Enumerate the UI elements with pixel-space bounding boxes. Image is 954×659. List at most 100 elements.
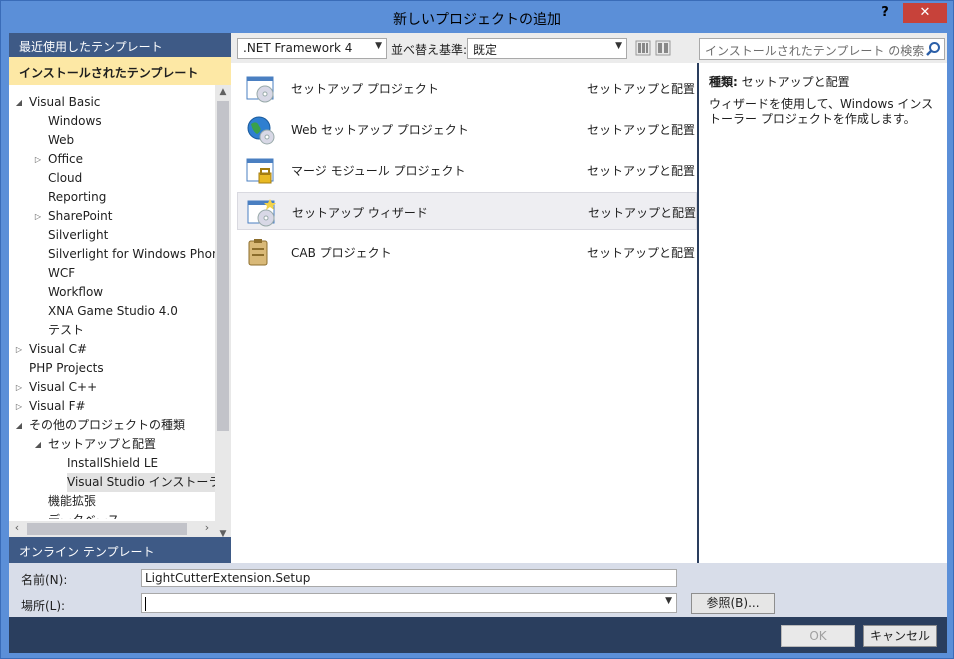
template-row[interactable]: Web セットアップ プロジェクト セットアップと配置	[237, 110, 697, 148]
tree-item[interactable]: PHP Projects	[29, 359, 104, 378]
template-name: Web セットアップ プロジェクト	[291, 123, 469, 137]
close-button[interactable]: ✕	[903, 3, 947, 23]
tree-item[interactable]: データベース	[48, 511, 119, 519]
tree-item[interactable]: InstallShield LE	[67, 454, 158, 473]
detail-description: ウィザードを使用して、Windows インストーラー プロジェクトを作成します。	[709, 97, 934, 126]
tree-item[interactable]: Visual C#	[29, 340, 87, 359]
search-icon[interactable]	[925, 41, 941, 57]
tree-item-label: XNA Game Studio 4.0	[48, 304, 178, 318]
template-category: セットアップと配置	[587, 123, 696, 137]
expanded-arrow-icon[interactable]: ◢	[14, 98, 24, 108]
tree-vertical-scrollbar[interactable]: ▲ ▼	[215, 85, 231, 545]
tree-item-label: Visual Basic	[29, 95, 101, 109]
framework-value: .NET Framework 4	[243, 41, 353, 55]
installed-templates-header[interactable]: インストールされたテンプレート	[9, 57, 231, 85]
tree-horizontal-scrollbar[interactable]: ‹ ›	[9, 521, 215, 537]
template-row-highlighted[interactable]: セットアップ ウィザード セットアップと配置	[237, 192, 697, 230]
small-icons-view-icon[interactable]	[635, 40, 651, 56]
tree-item-label: セットアップと配置	[48, 437, 157, 451]
collapsed-arrow-icon[interactable]: ▷	[33, 155, 43, 165]
tree-item-label: Silverlight for Windows Phone	[48, 247, 215, 261]
tree-item[interactable]: Visual C++	[29, 378, 97, 397]
chevron-down-icon[interactable]: ▼	[665, 596, 672, 606]
expanded-arrow-icon[interactable]: ◢	[33, 440, 43, 450]
template-list: セットアップ プロジェクト セットアップと配置 Web セットアップ プロジェク…	[231, 63, 697, 563]
project-name-input[interactable]: LightCutterExtension.Setup	[141, 569, 677, 587]
tree-item[interactable]: WCF	[48, 264, 75, 283]
tree-item[interactable]: Office	[48, 150, 83, 169]
tree-item[interactable]: Silverlight	[48, 226, 108, 245]
tree-item[interactable]: テスト	[48, 321, 84, 340]
tree-item-label: その他のプロジェクトの種類	[29, 418, 186, 432]
sort-label: 並べ替え基準:	[391, 43, 468, 57]
tree-item[interactable]: 機能拡張	[48, 492, 96, 511]
template-category-pane: 最近使用したテンプレート インストールされたテンプレート Visual Basi…	[9, 33, 231, 563]
browse-button[interactable]: 参照(B)...	[691, 593, 775, 614]
scroll-right-arrow-icon[interactable]: ›	[199, 521, 215, 534]
detail-type-value: セットアップと配置	[741, 75, 850, 89]
tree-item-label: Cloud	[48, 171, 83, 185]
scroll-up-arrow-icon[interactable]: ▲	[215, 87, 231, 97]
tree-item-label: Visual F#	[29, 399, 86, 413]
web-setup-project-icon	[247, 116, 275, 145]
tree-item[interactable]: SharePoint	[48, 207, 112, 226]
recent-templates-header[interactable]: 最近使用したテンプレート	[9, 33, 231, 57]
collapsed-arrow-icon[interactable]: ▷	[14, 383, 24, 393]
template-category: セットアップと配置	[588, 206, 697, 220]
collapsed-arrow-icon[interactable]: ▷	[14, 402, 24, 412]
template-name: マージ モジュール プロジェクト	[291, 164, 466, 178]
setup-wizard-icon	[247, 199, 276, 227]
tree-item-label: InstallShield LE	[67, 456, 159, 470]
template-category: セットアップと配置	[587, 164, 696, 178]
tree-item-label: 機能拡張	[48, 494, 97, 508]
ok-button[interactable]: OK	[781, 625, 855, 647]
tree-item[interactable]: その他のプロジェクトの種類	[29, 416, 185, 435]
collapsed-arrow-icon[interactable]: ▷	[14, 345, 24, 355]
tree-item-label: テスト	[48, 323, 85, 337]
tree-item[interactable]: Visual F#	[29, 397, 86, 416]
tree-item[interactable]: Cloud	[48, 169, 82, 188]
title-bar[interactable]: 新しいプロジェクトの追加 ? ✕	[1, 1, 953, 33]
template-search-input[interactable]: インストールされたテンプレート の検索	[699, 38, 945, 60]
help-button[interactable]: ?	[875, 5, 895, 25]
template-row[interactable]: マージ モジュール プロジェクト セットアップと配置	[237, 151, 697, 189]
tree-item[interactable]: Web	[48, 131, 74, 150]
tree-item[interactable]: Windows	[48, 112, 102, 131]
tree-item-label: SharePoint	[48, 209, 113, 223]
tree-item-label: データベース	[48, 513, 119, 519]
template-name: CAB プロジェクト	[291, 246, 392, 260]
medium-icons-view-icon[interactable]	[655, 40, 671, 56]
location-input[interactable]: ▼	[141, 593, 677, 613]
tree-item[interactable]: Visual Studio インストーラー	[67, 473, 215, 492]
name-label: 名前(N):	[21, 573, 68, 587]
project-form: 名前(N): LightCutterExtension.Setup 場所(L):…	[9, 563, 947, 617]
tree-item[interactable]: Visual Basic	[29, 93, 100, 112]
chevron-down-icon: ▼	[375, 41, 382, 51]
tree-item[interactable]: セットアップと配置	[48, 435, 156, 454]
sort-select[interactable]: 既定 ▼	[467, 38, 627, 59]
tree-item-label: Web	[48, 133, 75, 147]
expanded-arrow-icon[interactable]: ◢	[14, 421, 24, 431]
online-templates-header[interactable]: オンライン テンプレート	[9, 537, 231, 563]
cab-project-icon	[248, 239, 268, 266]
template-row[interactable]: セットアップ プロジェクト セットアップと配置	[237, 69, 697, 107]
template-row[interactable]: CAB プロジェクト セットアップと配置	[237, 233, 697, 271]
scroll-left-arrow-icon[interactable]: ‹	[9, 521, 25, 534]
category-tree: Visual Basic ◢ Windows Web Office ▷ Cloud Repor…	[9, 89, 215, 519]
collapsed-arrow-icon[interactable]: ▷	[33, 212, 43, 222]
tree-item-label: Visual C++	[29, 380, 98, 394]
template-category: セットアップと配置	[587, 246, 696, 260]
scrollbar-thumb[interactable]	[217, 101, 229, 431]
tree-item-label: WCF	[48, 266, 76, 280]
sort-value: 既定	[473, 43, 498, 57]
dialog-client: 最近使用したテンプレート インストールされたテンプレート Visual Basi…	[9, 33, 947, 653]
tree-item[interactable]: XNA Game Studio 4.0	[48, 302, 178, 321]
tree-item[interactable]: Silverlight for Windows Phone	[48, 245, 215, 264]
cancel-button[interactable]: キャンセル	[863, 625, 937, 647]
scrollbar-thumb[interactable]	[27, 523, 187, 535]
tree-item-label: Reporting	[48, 190, 107, 204]
framework-select[interactable]: .NET Framework 4 ▼	[237, 38, 387, 59]
tree-item-label: Visual C#	[29, 342, 88, 356]
tree-item[interactable]: Workflow	[48, 283, 103, 302]
tree-item[interactable]: Reporting	[48, 188, 106, 207]
